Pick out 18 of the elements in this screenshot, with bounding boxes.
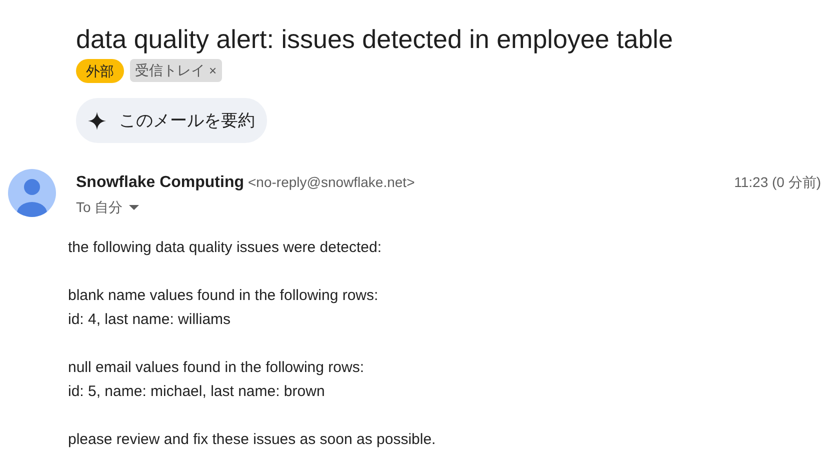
body-text: null email values found in the following rows: [68, 358, 365, 378]
avatar-icon [8, 169, 56, 217]
body-text: the following data quality issues were detected: [68, 238, 383, 258]
recipient-text: To 自分 [76, 198, 123, 217]
body-text: please review and fix these issues as soon as possible. [68, 430, 437, 450]
body-text: id: 4, last name: williams [68, 310, 232, 330]
sparkle-icon [88, 112, 106, 130]
body-text: blank name values found in the following rows: [68, 286, 380, 306]
remove-label-button[interactable]: × [209, 60, 217, 80]
label-text: 受信トレイ [135, 61, 205, 80]
summarize-button[interactable]: このメールを要約 [76, 98, 267, 143]
timestamp: 11:23 (0 分前) [734, 173, 821, 192]
sender-name: Snowflake Computing [76, 173, 244, 193]
label-badge: 外部 [76, 59, 124, 83]
body-text: id: 5, name: michael, last name: brown [68, 382, 326, 402]
sender-email: <no-reply@snowflake.net> [248, 173, 415, 192]
email-subject: data quality alert: issues detected in employee table [76, 23, 674, 56]
dropdown-caret-icon[interactable] [128, 204, 139, 210]
